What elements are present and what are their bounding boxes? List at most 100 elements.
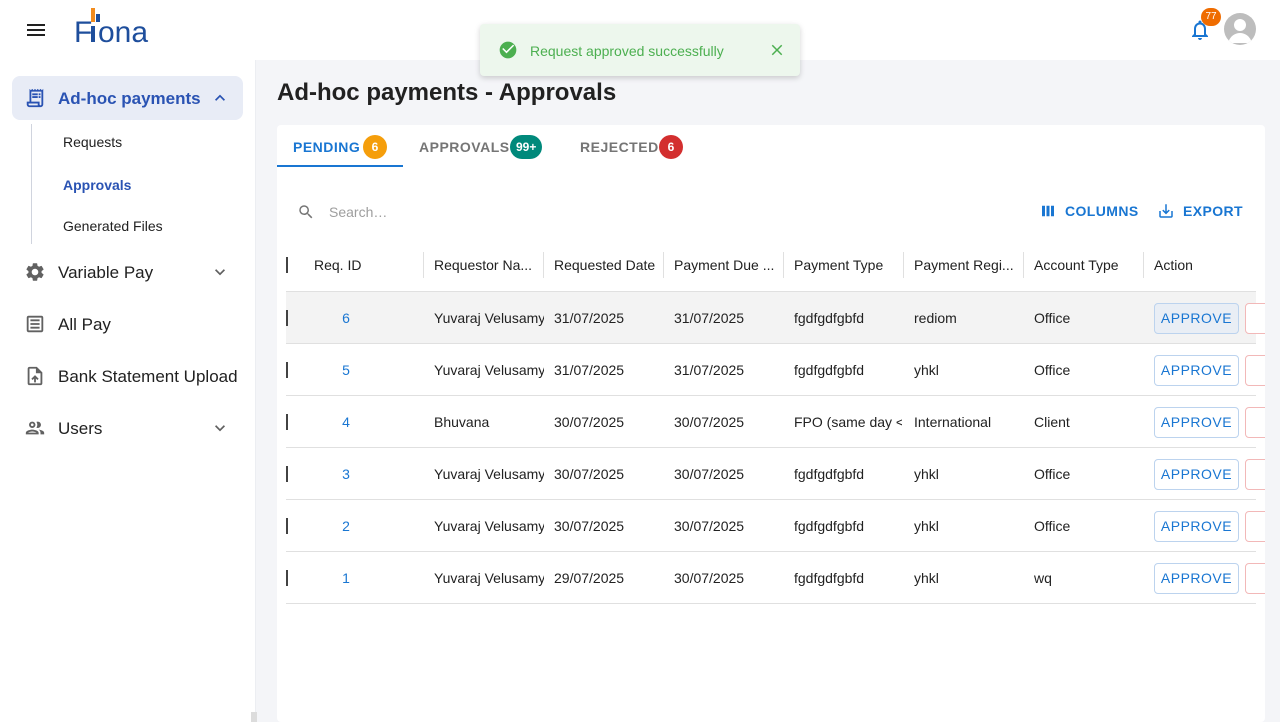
- row-marker: [286, 362, 288, 378]
- payment-region-cell: yhkl: [914, 466, 939, 482]
- payment-region-cell: yhkl: [914, 518, 939, 534]
- payment-due-cell: 31/07/2025: [674, 362, 745, 378]
- requestor-cell: Yuvaraj Velusamy: [434, 466, 544, 482]
- req-id-link[interactable]: 2: [326, 518, 366, 534]
- req-id-link[interactable]: 5: [326, 362, 366, 378]
- reject-button[interactable]: [1245, 355, 1265, 386]
- row-marker: [286, 310, 288, 326]
- payment-due-cell: 30/07/2025: [674, 518, 745, 534]
- search-input[interactable]: [329, 201, 629, 223]
- sidebar-item-label: All Pay: [58, 315, 111, 334]
- account-type-cell: Client: [1034, 414, 1070, 430]
- tab-rejected[interactable]: REJECTED 6: [565, 125, 695, 167]
- column-separator: [543, 252, 544, 278]
- approve-button[interactable]: APPROVE: [1154, 407, 1239, 438]
- req-id-link[interactable]: 1: [326, 570, 366, 586]
- export-button[interactable]: EXPORT: [1157, 197, 1243, 225]
- receipt-icon: [26, 88, 44, 108]
- sidebar-item-all-pay[interactable]: All Pay: [12, 302, 243, 346]
- req-id-link[interactable]: 6: [326, 310, 366, 326]
- approve-button[interactable]: APPROVE: [1154, 303, 1239, 334]
- sidebar-item-label: Users: [58, 419, 103, 438]
- table-row[interactable]: 5 Yuvaraj Velusamy 31/07/2025 31/07/2025…: [286, 344, 1265, 396]
- table-row[interactable]: 6 Yuvaraj Velusamy 31/07/2025 31/07/2025…: [286, 292, 1265, 344]
- chevron-down-icon: [215, 425, 225, 432]
- column-header-action: Action: [1154, 257, 1193, 273]
- payment-type-cell: fgdfgdfgbfd: [794, 362, 865, 378]
- columns-button[interactable]: COLUMNS: [1039, 197, 1139, 225]
- approve-button[interactable]: APPROVE: [1154, 563, 1239, 594]
- sidebar-item-bank-statement-upload[interactable]: Bank Statement Upload: [12, 354, 243, 398]
- approve-button[interactable]: APPROVE: [1154, 511, 1239, 542]
- column-separator: [663, 252, 664, 278]
- payment-region-cell: yhkl: [914, 362, 939, 378]
- payment-type-cell: fgdfgdfgbfd: [794, 466, 865, 482]
- column-header-payment-region[interactable]: Payment Regi...: [914, 257, 1018, 273]
- reject-button[interactable]: [1245, 459, 1265, 490]
- req-id-link[interactable]: 4: [326, 414, 366, 430]
- table-row[interactable]: 2 Yuvaraj Velusamy 30/07/2025 30/07/2025…: [286, 500, 1265, 552]
- svg-text:F: F: [74, 16, 92, 46]
- column-header-account-type[interactable]: Account Type: [1034, 257, 1119, 273]
- sidebar-item-variable-pay[interactable]: Variable Pay: [12, 250, 243, 294]
- requested-date-cell: 30/07/2025: [554, 466, 625, 482]
- app-logo[interactable]: F ona: [74, 6, 166, 46]
- account-type-cell: Office: [1034, 310, 1071, 326]
- user-avatar[interactable]: [1224, 13, 1256, 45]
- payment-region-cell: International: [914, 414, 992, 430]
- download-icon: [1159, 204, 1173, 218]
- reject-button[interactable]: [1245, 407, 1265, 438]
- success-toast: Request approved successfully: [480, 24, 800, 76]
- account-type-cell: Office: [1034, 466, 1071, 482]
- chevron-down-icon: [215, 269, 225, 276]
- table-row[interactable]: 3 Yuvaraj Velusamy 30/07/2025 30/07/2025…: [286, 448, 1265, 500]
- column-header-requestor[interactable]: Requestor Na...: [434, 257, 542, 273]
- sidebar-item-users[interactable]: Users: [12, 406, 243, 450]
- active-tab-indicator: [277, 165, 403, 167]
- column-header-payment-due[interactable]: Payment Due ...: [674, 257, 778, 273]
- column-separator: [1023, 252, 1024, 278]
- requested-date-cell: 30/07/2025: [554, 518, 625, 534]
- requested-date-cell: 31/07/2025: [554, 310, 625, 326]
- submenu-divider: [31, 124, 32, 244]
- users-icon: [25, 421, 45, 435]
- requestor-cell: Yuvaraj Velusamy: [434, 570, 544, 586]
- table-row[interactable]: 4 Bhuvana 30/07/2025 30/07/2025 FPO (sam…: [286, 396, 1265, 448]
- person-icon: [1228, 19, 1252, 43]
- approve-button[interactable]: APPROVE: [1154, 355, 1239, 386]
- approve-button[interactable]: APPROVE: [1154, 459, 1239, 490]
- sidebar-subitem-generated-files[interactable]: Generated Files: [63, 218, 163, 234]
- hamburger-menu-icon[interactable]: [24, 18, 48, 42]
- sidebar-subitem-approvals[interactable]: Approvals: [63, 177, 131, 193]
- req-id-link[interactable]: 3: [326, 466, 366, 482]
- approvals-card: PENDING 6 APPROVALS 99+ REJECTED 6 COLUM…: [277, 125, 1265, 722]
- column-separator: [903, 252, 904, 278]
- account-type-cell: Office: [1034, 518, 1071, 534]
- rejected-count-badge: 6: [659, 135, 683, 159]
- gear-icon: [26, 263, 44, 281]
- payment-due-cell: 30/07/2025: [674, 466, 745, 482]
- column-header-payment-type[interactable]: Payment Type: [794, 257, 883, 273]
- sidebar-scrollbar[interactable]: [251, 712, 257, 722]
- tab-pending[interactable]: PENDING 6: [277, 125, 403, 167]
- column-header-req-id[interactable]: Req. ID: [314, 257, 361, 273]
- close-icon[interactable]: [768, 41, 786, 59]
- tab-approvals[interactable]: APPROVALS 99+: [403, 125, 561, 167]
- payment-type-cell: fgdfgdfgbfd: [794, 518, 865, 534]
- column-separator: [783, 252, 784, 278]
- reject-button[interactable]: [1245, 511, 1265, 542]
- column-header-requested-date[interactable]: Requested Date: [554, 257, 655, 273]
- reject-button[interactable]: [1245, 563, 1265, 594]
- payment-due-cell: 30/07/2025: [674, 414, 745, 430]
- table-row[interactable]: 1 Yuvaraj Velusamy 29/07/2025 30/07/2025…: [286, 552, 1265, 604]
- upload-file-icon: [27, 366, 43, 386]
- requested-date-cell: 30/07/2025: [554, 414, 625, 430]
- payment-type-cell: fgdfgdfgbfd: [794, 310, 865, 326]
- sidebar-subitem-requests[interactable]: Requests: [63, 134, 122, 150]
- row-marker: [286, 570, 288, 586]
- columns-icon: [1042, 205, 1054, 217]
- sidebar-item-adhoc-payments[interactable]: Ad-hoc payments: [12, 76, 243, 120]
- payment-type-cell: FPO (same day <: [794, 414, 902, 430]
- reject-button[interactable]: [1245, 303, 1265, 334]
- sidebar: Ad-hoc payments Requests Approvals Gener…: [0, 60, 256, 722]
